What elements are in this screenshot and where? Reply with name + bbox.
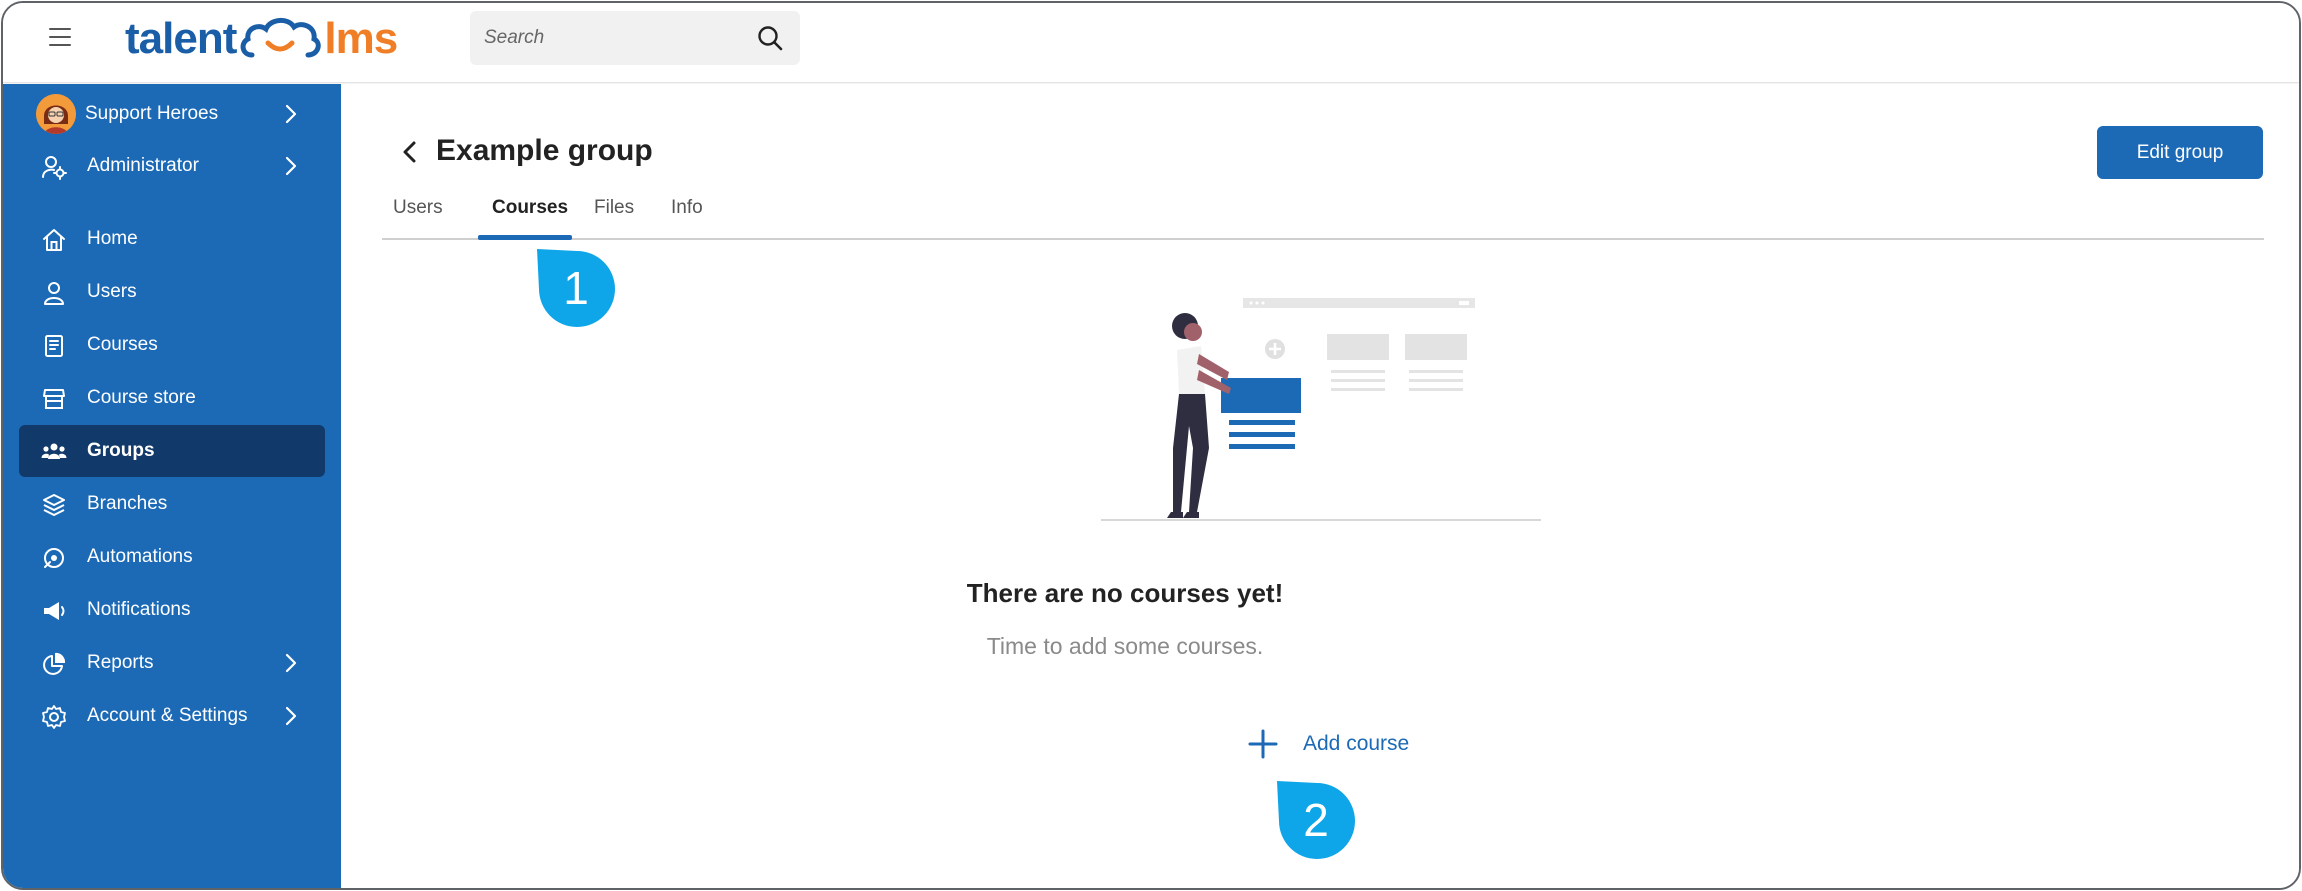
chevron-left-icon[interactable] — [399, 139, 421, 165]
add-course-label: Add course — [1303, 732, 1410, 755]
tab-files[interactable]: Files — [594, 197, 634, 219]
main-content: Example group Edit group Users Courses F… — [341, 84, 2299, 888]
pie-chart-icon — [43, 652, 66, 675]
search-input[interactable] — [484, 11, 744, 65]
search-icon[interactable] — [756, 24, 784, 52]
logo-text-left: talent — [125, 14, 237, 63]
sidebar-item-label: Courses — [87, 334, 158, 355]
sidebar-item-reports[interactable]: Reports — [19, 637, 325, 689]
sidebar-item-course-store[interactable]: Course store — [19, 372, 325, 424]
gear-icon — [42, 705, 66, 729]
plus-icon — [1248, 729, 1278, 759]
sidebar-account-label: Support Heroes — [85, 103, 219, 124]
sidebar-item-label: Notifications — [87, 599, 191, 620]
user-gear-icon — [42, 156, 67, 180]
top-bar: talent lms — [3, 3, 2299, 83]
empty-courses-illustration — [1101, 298, 1541, 521]
sidebar-item-label: Home — [87, 228, 138, 249]
edit-group-button[interactable]: Edit group — [2097, 126, 2263, 179]
sidebar-item-label: Groups — [87, 440, 155, 461]
tab-info[interactable]: Info — [671, 197, 703, 219]
sidebar-item-notifications[interactable]: Notifications — [19, 584, 325, 636]
groups-icon — [41, 443, 67, 459]
page-title: Example group — [436, 134, 653, 167]
empty-state-heading: There are no courses yet! — [966, 578, 1284, 608]
megaphone-icon — [44, 602, 65, 620]
home-icon — [43, 229, 65, 251]
book-icon — [45, 335, 63, 357]
logo-text-right: lms — [324, 14, 398, 63]
tab-users[interactable]: Users — [393, 197, 443, 219]
search-box — [470, 11, 800, 65]
sidebar-item-label: Reports — [87, 652, 154, 673]
sidebar-role-label: Administrator — [87, 155, 199, 176]
cloud-smile-icon — [240, 18, 322, 58]
callout-number: 2 — [1303, 794, 1329, 846]
chevron-right-icon — [285, 706, 297, 726]
avatar — [36, 94, 76, 134]
tab-courses[interactable]: Courses — [492, 197, 568, 219]
sidebar-role-switcher[interactable]: Administrator — [19, 140, 325, 192]
app-window: talent lms Search Support Heroes Adminis… — [1, 1, 2301, 890]
sidebar-item-label: Users — [87, 281, 137, 302]
callout-number: 1 — [563, 262, 589, 314]
sidebar-item-automations[interactable]: Automations — [19, 531, 325, 583]
chevron-right-icon — [285, 156, 297, 176]
tab-bar: Users Courses Files Info — [382, 184, 2264, 240]
sidebar-account-switcher[interactable]: Support Heroes — [19, 88, 325, 140]
chevron-right-icon — [285, 104, 297, 124]
sidebar: Support Heroes Administrator Home Users … — [3, 84, 341, 888]
step-callout-2: 2 — [1277, 781, 1357, 861]
sidebar-item-label: Course store — [87, 387, 196, 408]
sidebar-item-users[interactable]: Users — [19, 266, 325, 318]
sidebar-item-label: Branches — [87, 493, 168, 514]
store-icon — [43, 389, 65, 409]
user-icon — [44, 282, 64, 305]
sidebar-item-courses[interactable]: Courses — [19, 319, 325, 371]
sidebar-item-account-settings[interactable]: Account & Settings — [19, 690, 325, 742]
sidebar-item-branches[interactable]: Branches — [19, 478, 325, 530]
chevron-right-icon — [285, 653, 297, 673]
sidebar-item-label: Automations — [87, 546, 193, 567]
sidebar-item-home[interactable]: Home — [19, 213, 325, 265]
sidebar-item-label: Account & Settings — [87, 705, 248, 726]
hamburger-menu-icon[interactable] — [49, 28, 71, 46]
automation-icon — [44, 548, 64, 568]
add-course-button[interactable]: Add course — [1247, 724, 1409, 764]
empty-state-subtext: Time to add some courses. — [986, 633, 1264, 659]
layers-icon — [43, 494, 65, 516]
sidebar-item-groups[interactable]: Groups — [19, 425, 325, 477]
talentlms-logo[interactable]: talent lms — [125, 11, 398, 67]
active-tab-indicator — [478, 235, 572, 240]
step-callout-1: 1 — [537, 249, 617, 329]
